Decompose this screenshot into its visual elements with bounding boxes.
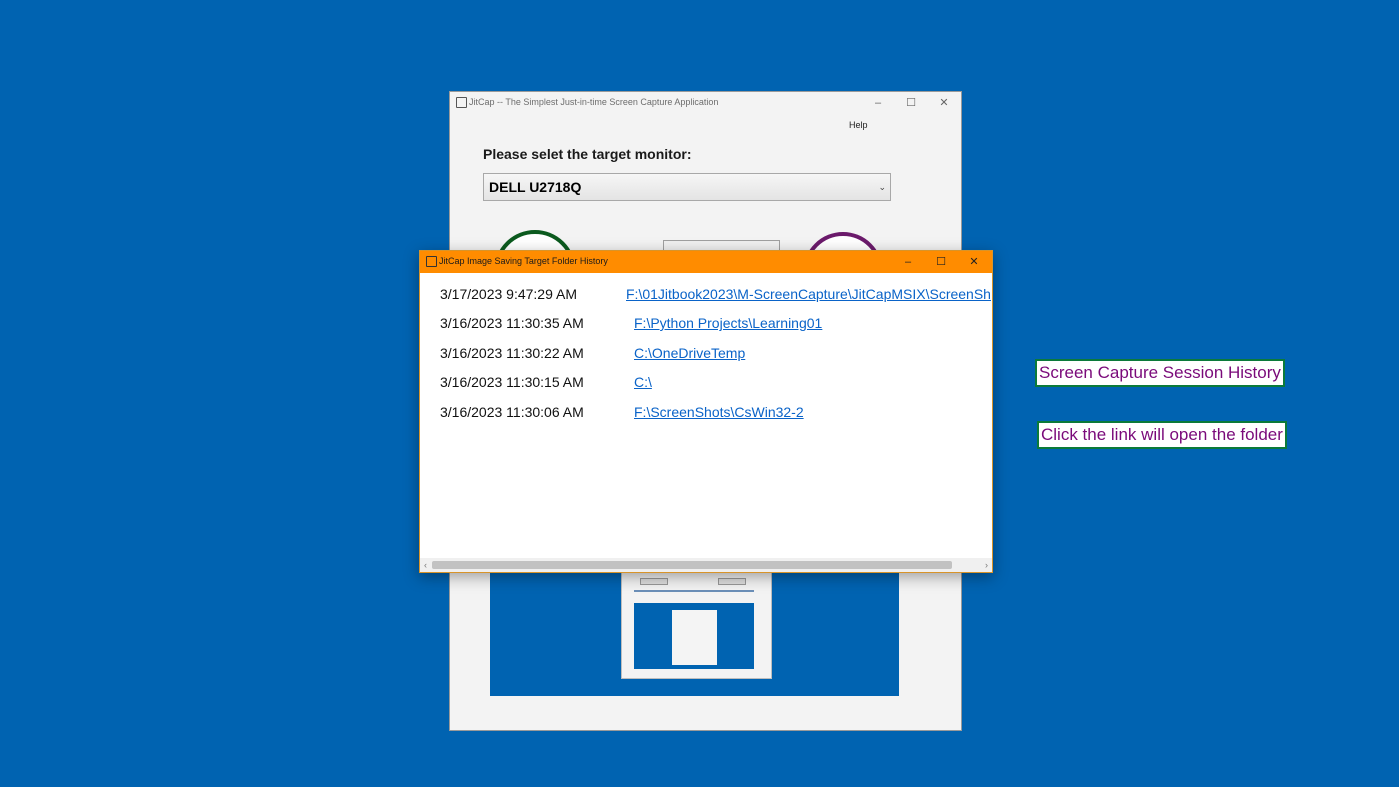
history-folder-link[interactable]: F:\01Jitbook2023\M-ScreenCapture\JitCapM…: [626, 286, 991, 302]
monitor-select[interactable]: DELL U2718Q ⌄: [483, 173, 891, 201]
thumb-inner-window: [672, 610, 717, 665]
history-time: 3/16/2023 11:30:06 AM: [440, 404, 584, 420]
thumb-screen: [634, 603, 754, 669]
app-icon: [426, 256, 437, 267]
chevron-down-icon: ⌄: [878, 182, 886, 192]
monitor-selected-value: DELL U2718Q: [489, 179, 582, 195]
main-window-title: JitCap -- The Simplest Just-in-time Scre…: [469, 97, 719, 107]
close-button[interactable]: ✕: [960, 253, 988, 271]
minimize-button[interactable]: –: [894, 253, 922, 271]
history-time: 3/16/2023 11:30:35 AM: [440, 315, 584, 331]
thumb-path-line: [634, 590, 754, 592]
thumb-set-folder-button: [640, 578, 668, 585]
history-folder-link[interactable]: C:\OneDriveTemp: [634, 345, 745, 361]
monitor-label: Please selet the target monitor:: [483, 146, 692, 162]
annotation-click-link: Click the link will open the folder: [1037, 421, 1287, 449]
app-icon: [456, 97, 467, 108]
history-window-title: JitCap Image Saving Target Folder Histor…: [439, 256, 608, 266]
horizontal-scrollbar[interactable]: ‹ ›: [420, 558, 992, 572]
thumb-open-folder-button: [718, 578, 746, 585]
minimize-button[interactable]: –: [864, 94, 892, 112]
annotation-session-history: Screen Capture Session History: [1035, 359, 1285, 387]
scrollbar-thumb[interactable]: [432, 561, 952, 569]
close-button[interactable]: ✕: [930, 94, 958, 112]
maximize-button[interactable]: ☐: [927, 253, 955, 271]
history-folder-link[interactable]: F:\Python Projects\Learning01: [634, 315, 822, 331]
help-menu[interactable]: Help: [849, 120, 868, 130]
history-folder-link[interactable]: C:\: [634, 374, 652, 390]
history-window: JitCap Image Saving Target Folder Histor…: [419, 250, 993, 573]
scroll-right-icon[interactable]: ›: [985, 558, 988, 572]
history-time: 3/16/2023 11:30:15 AM: [440, 374, 584, 390]
scroll-left-icon[interactable]: ‹: [424, 558, 427, 572]
history-time: 3/17/2023 9:47:29 AM: [440, 286, 577, 302]
maximize-button[interactable]: ☐: [897, 94, 925, 112]
history-folder-link[interactable]: F:\ScreenShots\CsWin32-2: [634, 404, 804, 420]
main-titlebar[interactable]: JitCap -- The Simplest Just-in-time Scre…: [450, 92, 961, 114]
preview-thumbnail: [621, 572, 772, 679]
history-time: 3/16/2023 11:30:22 AM: [440, 345, 584, 361]
history-titlebar[interactable]: JitCap Image Saving Target Folder Histor…: [420, 251, 992, 273]
